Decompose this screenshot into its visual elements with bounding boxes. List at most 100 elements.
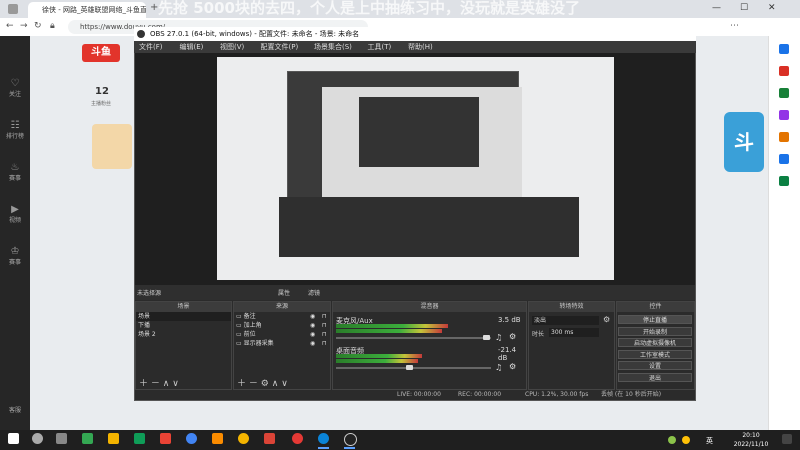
speaker-icon[interactable]: ♫ <box>495 333 502 342</box>
duration-input[interactable]: 300 ms <box>549 328 599 337</box>
speaker-icon[interactable]: ♫ <box>495 363 502 372</box>
app-icon-4[interactable] <box>292 433 303 444</box>
file-explorer-icon[interactable] <box>108 433 119 444</box>
transition-gear-icon[interactable]: ⚙ <box>603 315 610 324</box>
control-button[interactable]: 开始录制 <box>618 326 692 336</box>
mixer-gear-icon[interactable]: ⚙ <box>509 362 516 371</box>
mixer-gear-icon[interactable]: ⚙ <box>509 332 516 341</box>
remove-source-button[interactable]: － <box>249 379 258 389</box>
browser-app-icon[interactable] <box>186 433 197 444</box>
move-up-icon[interactable]: ∧ <box>272 379 279 389</box>
active-indicator <box>318 447 329 449</box>
nested-docks <box>279 197 579 257</box>
source-label: 备注 <box>243 313 256 320</box>
sheet-app-icon[interactable] <box>134 433 145 444</box>
obs-menu-item[interactable]: 帮助(H) <box>408 42 433 52</box>
nav-item-0[interactable]: ♡ 关注 <box>3 78 27 98</box>
tools-icon[interactable] <box>779 88 789 98</box>
control-button[interactable]: 停止直播 <box>618 315 692 324</box>
visibility-icon[interactable]: ◉ <box>310 339 315 348</box>
volume-slider[interactable] <box>336 367 491 369</box>
games-icon[interactable] <box>779 110 789 120</box>
control-button[interactable]: 退出 <box>618 372 692 382</box>
obs-menu-item[interactable]: 工具(T) <box>368 42 392 52</box>
close-button[interactable]: ✕ <box>768 3 776 13</box>
minimize-button[interactable]: — <box>712 3 721 13</box>
douyu-logo[interactable]: 斗鱼 <box>82 44 120 62</box>
lock-icon[interactable]: ⊓ <box>322 321 327 330</box>
gear-icon[interactable]: ⚙ <box>261 379 269 389</box>
lock-icon[interactable]: ⊓ <box>322 312 327 321</box>
obs-menu-item[interactable]: 编辑(E) <box>180 42 204 52</box>
control-button[interactable]: 工作室模式 <box>618 349 692 359</box>
ime-indicator[interactable]: 英 <box>706 436 713 446</box>
remove-scene-button[interactable]: － <box>151 379 160 389</box>
notification-icon[interactable] <box>782 434 792 444</box>
search-icon[interactable] <box>779 44 789 54</box>
source-item[interactable]: ▭ 前位 ◉ ⊓ <box>234 330 330 339</box>
settings-menu-icon[interactable]: ⋯ <box>730 21 739 31</box>
visibility-icon[interactable]: ◉ <box>310 330 315 339</box>
app-icon-3[interactable] <box>264 433 275 444</box>
volume-slider[interactable] <box>336 337 491 339</box>
move-up-icon[interactable]: ∧ <box>163 379 170 389</box>
nav-customer-service[interactable]: 客服 <box>3 405 27 414</box>
promo-banner[interactable]: 斗 <box>724 112 764 172</box>
control-button[interactable]: 启动虚拟摄像机 <box>618 338 692 347</box>
collections-icon[interactable] <box>779 66 789 76</box>
obs-menu-item[interactable]: 文件(F) <box>139 42 163 52</box>
back-icon[interactable]: ← <box>6 21 14 31</box>
scene-item[interactable]: 下播 <box>136 321 231 330</box>
tab-actions-icon[interactable] <box>8 4 18 14</box>
lock-icon[interactable]: ⊓ <box>322 339 327 348</box>
obs-menu-item[interactable]: 场景集合(S) <box>314 42 352 52</box>
audio-meter <box>336 354 423 358</box>
edge-icon[interactable] <box>318 433 329 444</box>
scene-item[interactable]: 场景 <box>136 312 231 321</box>
add-scene-button[interactable]: ＋ <box>139 379 148 389</box>
add-icon[interactable] <box>779 176 789 186</box>
office-icon[interactable] <box>779 132 789 142</box>
obs-menu-item[interactable]: 视图(V) <box>220 42 244 52</box>
filters-button[interactable]: 滤镜 <box>308 288 320 297</box>
start-icon[interactable] <box>8 433 19 444</box>
obs-menu-item[interactable]: 配置文件(P) <box>261 42 299 52</box>
tray-app-icon[interactable] <box>668 436 676 444</box>
scene-item[interactable]: 场景 2 <box>136 330 231 339</box>
add-source-button[interactable]: ＋ <box>237 379 246 389</box>
nav-item-2[interactable]: ♨ 赛事 <box>3 162 27 182</box>
visibility-icon[interactable]: ◉ <box>310 312 315 321</box>
volume-knob[interactable] <box>405 365 413 370</box>
browser-tab[interactable]: 徐侠 - 网路_英雄联盟网络_斗鱼直播 <box>28 2 146 18</box>
duration-label: 时长 <box>532 331 545 338</box>
volume-knob[interactable] <box>483 335 491 340</box>
taskbar-clock[interactable]: 20:10 2022/11/10 <box>727 431 775 449</box>
nav-item-4[interactable]: ♔ 赛事 <box>3 246 27 266</box>
office-app-icon[interactable] <box>160 433 171 444</box>
tray-app-icon-2[interactable] <box>682 436 690 444</box>
source-item[interactable]: ▭ 加上角 ◉ ⊓ <box>234 321 330 330</box>
nav-item-3[interactable]: ▶ 视频 <box>3 204 27 224</box>
transition-select[interactable]: 淡出 <box>532 316 599 325</box>
properties-button[interactable]: 属性 <box>278 288 290 297</box>
lock-icon[interactable]: ⊓ <box>322 330 327 339</box>
move-down-icon[interactable]: ∨ <box>281 379 288 389</box>
outlook-icon[interactable] <box>779 154 789 164</box>
app-icon-1[interactable] <box>82 433 93 444</box>
nav-item-1[interactable]: ☷ 排行榜 <box>3 120 27 140</box>
maximize-button[interactable]: ☐ <box>740 3 748 13</box>
obs-taskbar-icon[interactable] <box>344 433 357 446</box>
task-view-icon[interactable] <box>56 433 67 444</box>
gift-thumbnail[interactable] <box>92 124 132 169</box>
chrome-icon[interactable] <box>238 433 249 444</box>
move-down-icon[interactable]: ∨ <box>172 379 179 389</box>
visibility-icon[interactable]: ◉ <box>310 321 315 330</box>
source-item[interactable]: ▭ 显示器采集 ◉ ⊓ <box>234 339 330 348</box>
search-taskbar-icon[interactable] <box>32 433 43 444</box>
obs-preview-canvas[interactable] <box>217 57 614 280</box>
refresh-icon[interactable]: ↻ <box>34 21 42 31</box>
forward-icon[interactable]: → <box>20 21 28 31</box>
source-item[interactable]: ▭ 备注 ◉ ⊓ <box>234 312 330 321</box>
control-button[interactable]: 设置 <box>618 361 692 370</box>
app-icon-2[interactable] <box>212 433 223 444</box>
